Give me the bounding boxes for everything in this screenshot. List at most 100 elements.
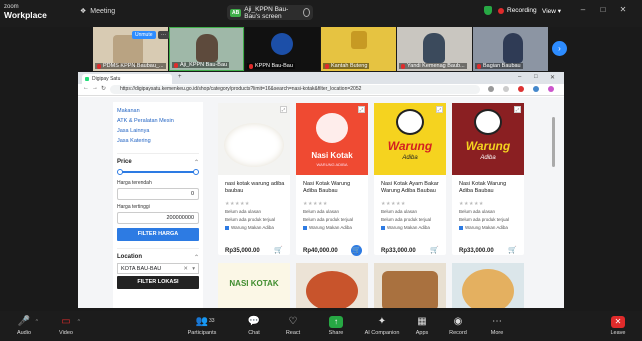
participant-name: Yandi Kemenag Baub...: [399, 63, 467, 69]
product-image[interactable]: Warung Adiba: [452, 103, 524, 175]
expand-icon[interactable]: ⤢: [514, 106, 521, 113]
location-select[interactable]: KOTA BAU-BAU ✕ ▾: [117, 263, 199, 274]
product-image[interactable]: Nasi Kotak WARUNG ADIBA: [296, 103, 368, 175]
rating-stars-icon: ★★★★★: [225, 201, 250, 207]
shop-name[interactable]: Warung Makan Adiba: [303, 225, 352, 230]
view-button[interactable]: View ▾: [542, 7, 561, 15]
participant-tile[interactable]: KPPN Bau-Bau: [245, 27, 320, 71]
add-to-cart-icon[interactable]: 🛒: [273, 245, 284, 256]
price-section-header[interactable]: Price ⌃: [117, 159, 203, 166]
category-link[interactable]: Jasa Lainnya: [117, 128, 203, 134]
expand-icon[interactable]: ⤢: [358, 106, 365, 113]
minimize-icon[interactable]: –: [518, 74, 521, 80]
browser-tab[interactable]: Digipay Satu: [82, 74, 172, 84]
add-to-cart-icon[interactable]: 🛒: [429, 245, 440, 256]
location-section-header[interactable]: Location ⌃: [117, 254, 203, 261]
clear-icon[interactable]: ✕: [183, 264, 188, 274]
product-title[interactable]: Nasi Kotak Warung Adiba Baubau: [459, 181, 521, 195]
filter-price-button[interactable]: FILTER HARGA: [117, 228, 199, 241]
expand-icon[interactable]: ⤢: [436, 106, 443, 113]
ai-companion-button[interactable]: ✦ AI Companion: [360, 316, 404, 336]
add-to-cart-icon[interactable]: 🛒: [507, 245, 518, 256]
record-button[interactable]: ◉ Record: [438, 316, 478, 336]
recording-indicator[interactable]: Recording: [498, 7, 537, 14]
close-icon[interactable]: ✕: [618, 5, 628, 15]
high-price-input[interactable]: 200000000: [117, 212, 199, 224]
next-page-button[interactable]: ›: [552, 41, 567, 56]
close-icon[interactable]: ✕: [550, 74, 555, 81]
shop-name[interactable]: Warung Makan Adiba: [225, 225, 274, 230]
maximize-icon[interactable]: □: [534, 74, 538, 80]
category-link[interactable]: Makanan: [117, 108, 203, 114]
chevron-up-icon[interactable]: ^: [36, 319, 38, 325]
product-card[interactable]: NASI KOTAK: [218, 263, 290, 308]
video-off-icon: ▭: [61, 316, 71, 327]
product-image[interactable]: [218, 103, 290, 175]
minimize-icon[interactable]: –: [578, 5, 588, 15]
participant-tile[interactable]: Aji_KPPN Bau-Bau: [169, 27, 244, 71]
product-card[interactable]: ⤢ nasi kotak warung adiba baubau ★★★★★ B…: [218, 103, 290, 255]
chevron-up-icon[interactable]: ^: [78, 319, 80, 325]
screen-share-pill[interactable]: AB Aji_KPPN Bau-Bau's screen: [227, 5, 313, 20]
meeting-tab[interactable]: ❖ Meeting: [80, 7, 115, 16]
share-button[interactable]: ↑ Share: [316, 316, 356, 336]
expand-icon[interactable]: ⤢: [280, 106, 287, 113]
video-button[interactable]: ▭ Video ^: [46, 316, 86, 336]
leave-button[interactable]: ✕ Leave: [598, 316, 638, 336]
category-link[interactable]: Jasa Katering: [117, 138, 203, 144]
address-bar[interactable]: https://digipaysatu.kemenkeu.go.id/shop/…: [110, 85, 480, 94]
product-image[interactable]: Warung Adiba: [374, 103, 446, 175]
maximize-icon[interactable]: □: [598, 5, 608, 15]
slider-min-handle[interactable]: [117, 169, 123, 175]
participant-tile[interactable]: Bagian Baubau: [473, 27, 548, 71]
product-title[interactable]: Nasi Kotak Ayam Bakar Warung Adiba Bauba…: [381, 181, 443, 195]
profile-icon[interactable]: [533, 86, 539, 92]
product-card[interactable]: Warung Adiba ⤢ Nasi Kotak Warung Adiba B…: [452, 103, 524, 255]
record-icon: ◉: [453, 316, 463, 327]
participant-tile[interactable]: Yandi Kemenag Baub...: [397, 27, 472, 71]
low-price-input[interactable]: 0: [117, 188, 199, 200]
options-icon[interactable]: [303, 8, 310, 17]
participant-tile[interactable]: PDMS KPPN Baubau_...: [93, 27, 168, 71]
shield-icon[interactable]: [484, 6, 492, 15]
rice-image: [224, 123, 284, 167]
participant-name: Aji_KPPN Bau-Bau: [172, 62, 230, 68]
filter-location-button[interactable]: FILTER LOKASI: [117, 276, 199, 289]
forward-icon[interactable]: →: [92, 85, 98, 91]
back-icon[interactable]: ←: [83, 85, 89, 91]
chat-button[interactable]: 💬 Chat: [234, 316, 274, 336]
participant-tile[interactable]: Kantah Buteng: [321, 27, 396, 71]
category-link[interactable]: ATK & Peralatan Mesin: [117, 118, 203, 124]
participants-button[interactable]: 👥 Participants 33: [180, 316, 224, 336]
share-screen-icon: ↑: [329, 316, 343, 328]
slider-max-handle[interactable]: [193, 169, 199, 175]
product-title[interactable]: nasi kotak warung adiba baubau: [225, 181, 287, 195]
product-card[interactable]: Warung Adiba ⤢ Nasi Kotak Ayam Bakar War…: [374, 103, 446, 255]
browser-tab-bar: Digipay Satu + – □ ✕: [78, 72, 564, 84]
extension-icon[interactable]: [503, 86, 509, 92]
review-text: Belum ada ulasan: [459, 209, 496, 214]
shop-name[interactable]: Warung Makan Adiba: [381, 225, 430, 230]
menu-icon[interactable]: [548, 86, 554, 92]
page-scrollbar[interactable]: [552, 117, 555, 167]
product-card[interactable]: [452, 263, 524, 308]
product-title[interactable]: Nasi Kotak Warung Adiba Baubau: [303, 181, 365, 195]
product-card[interactable]: Nasi Kotak WARUNG ADIBA ⤢ Nasi Kotak War…: [296, 103, 368, 256]
price-range-slider[interactable]: [117, 169, 199, 175]
bookmark-icon[interactable]: [488, 86, 494, 92]
reload-icon[interactable]: ↻: [101, 85, 106, 92]
product-card[interactable]: [296, 263, 368, 308]
shop-name[interactable]: Warung Makan Adiba: [459, 225, 508, 230]
new-tab-icon[interactable]: +: [178, 74, 182, 80]
review-text: Belum ada ulasan: [381, 209, 418, 214]
product-card[interactable]: [374, 263, 446, 308]
apps-button[interactable]: ▦ Apps: [402, 316, 442, 336]
kppn-logo-icon: [271, 33, 293, 55]
extension-icon[interactable]: [518, 86, 524, 92]
more-button[interactable]: ⋯ More: [477, 316, 517, 336]
more-options-button[interactable]: ···: [158, 31, 169, 39]
react-button[interactable]: ♡ React: [273, 316, 313, 336]
add-to-cart-icon[interactable]: 🛒: [351, 245, 362, 256]
unmute-button[interactable]: Unmute: [132, 31, 156, 39]
audio-button[interactable]: 🎤 Audio ^: [4, 316, 44, 336]
